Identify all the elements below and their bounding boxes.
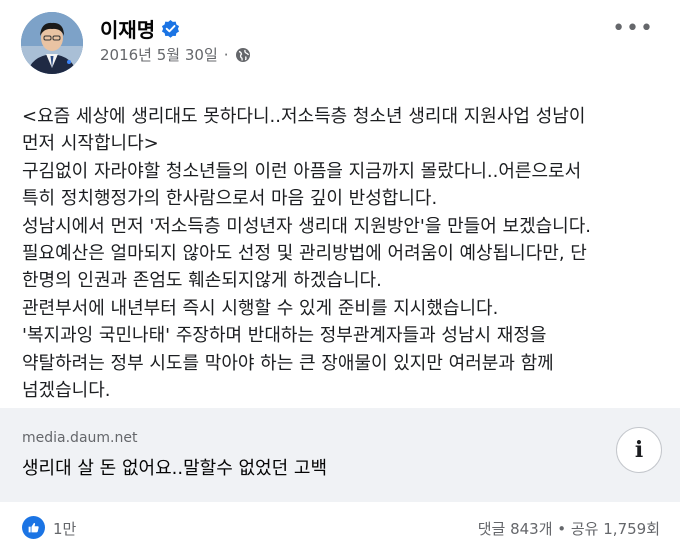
post-meta: 2016년 5월 30일 · (100, 44, 251, 65)
post-text-line: '복지과잉 국민나태' 주장하며 반대하는 정부관계자들과 성남시 재정을 (22, 325, 547, 347)
link-title[interactable]: 생리대 살 돈 없어요..말할수 없었던 고백 (22, 454, 327, 480)
info-glyph: i (634, 437, 644, 463)
reaction-count[interactable]: 1만 (53, 518, 76, 539)
post-text-line: <요즘 세상에 생리대도 못하다니..저소득층 청소년 생리대 지원사업 성남이 (22, 106, 586, 127)
info-icon[interactable]: i (616, 427, 662, 473)
post-text-line: 필요예산은 얼마되지 않아도 선정 및 관리방법에 어려움이 예상됩니다만, 단 (22, 243, 587, 265)
post-body: <요즘 세상에 생리대도 못하다니..저소득층 청소년 생리대 지원사업 성남이… (22, 103, 662, 404)
engagement-stats[interactable]: 댓글 843개 • 공유 1,759회 (478, 518, 660, 539)
post-text-line: 넘겠습니다. (22, 380, 111, 402)
author-avatar[interactable] (21, 12, 83, 74)
post-timestamp[interactable]: 2016년 5월 30일 (100, 44, 218, 65)
link-domain: media.daum.net (22, 430, 138, 446)
globe-icon (235, 47, 251, 63)
post-footer: 1만 댓글 843개 • 공유 1,759회 (0, 502, 680, 557)
post-header: 이재명 2016년 5월 30일 · ••• (0, 0, 680, 90)
author-name-row: 이재명 (100, 14, 180, 43)
link-preview-card[interactable]: media.daum.net 생리대 살 돈 없어요..말할수 없었던 고백 (0, 408, 680, 502)
post-text-line: 특히 정치행정가의 한사람으로서 마음 깊이 반성합니다. (22, 188, 438, 210)
more-options-icon[interactable]: ••• (612, 18, 654, 40)
post-text-line: 한명의 인권과 존엄도 훼손되지않게 하겠습니다. (22, 270, 382, 292)
avatar-photo (21, 12, 83, 74)
post-text-line: 약탈하려는 정부 시도를 막아야 하는 큰 장애물이 있지만 여러분과 함께 (22, 352, 554, 374)
post-text-line: 구김없이 자라야할 청소년들의 이런 아픔을 지금까지 몰랐다니..어른으로서 (22, 160, 582, 182)
verified-badge-icon (161, 19, 180, 38)
post-text-line: 관련부서에 내년부터 즉시 시행할 수 있게 준비를 지시했습니다. (22, 297, 499, 319)
like-thumb-icon[interactable] (22, 516, 45, 539)
post-text-line: 성남시에서 먼저 '저소득층 미성년자 생리대 지원방안'을 만들어 보겠습니다… (22, 215, 592, 237)
meta-separator: · (223, 45, 229, 64)
author-name[interactable]: 이재명 (100, 14, 155, 43)
post-text-line: 먼저 시작합니다> (22, 133, 159, 155)
